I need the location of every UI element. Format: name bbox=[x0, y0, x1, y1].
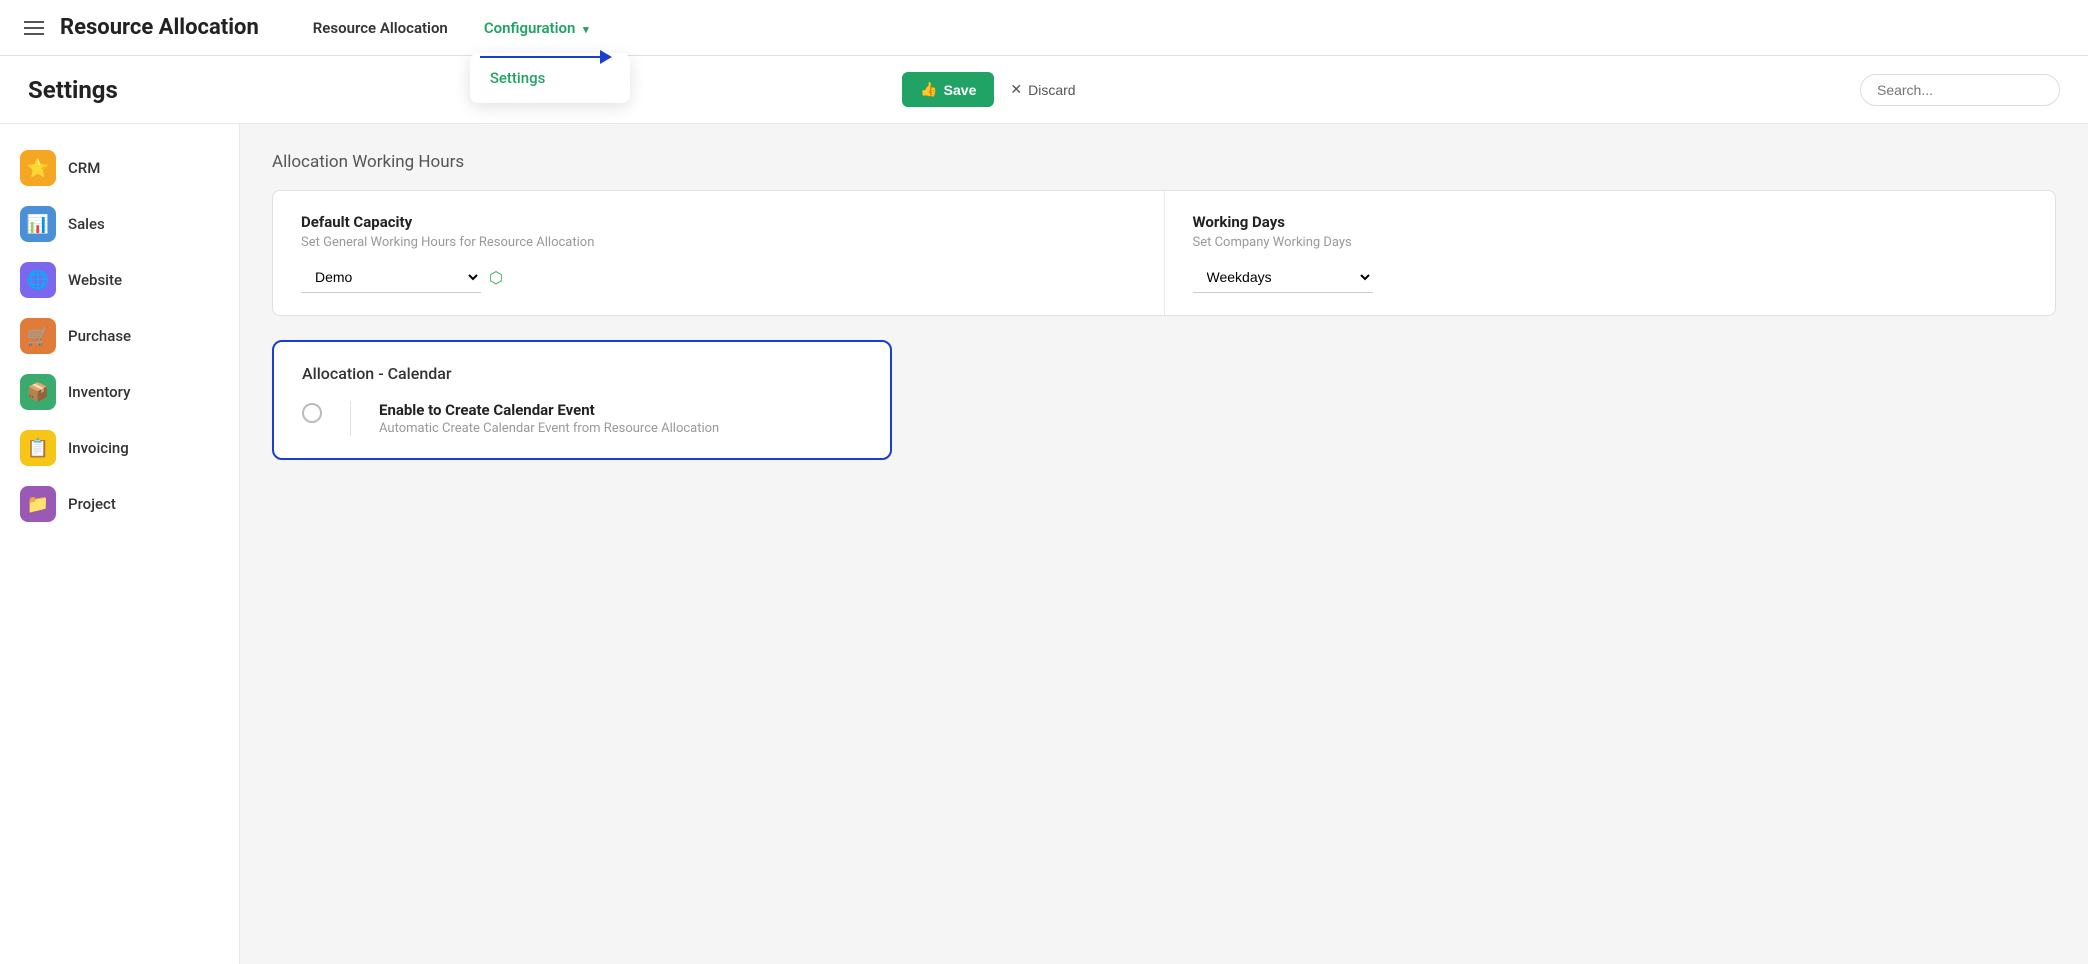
calendar-option-desc: Automatic Create Calendar Event from Res… bbox=[379, 421, 719, 436]
content-area: Allocation Working Hours Default Capacit… bbox=[240, 124, 2088, 964]
main-layout: ⭐ CRM 📊 Sales 🌐 Website 🛒 Purchase 📦 Inv… bbox=[0, 124, 2088, 964]
chevron-down-icon: ▾ bbox=[583, 23, 589, 36]
search-input[interactable] bbox=[1860, 74, 2060, 106]
default-capacity-desc: Set General Working Hours for Resource A… bbox=[301, 235, 1136, 250]
expand-icon[interactable]: ⬡ bbox=[489, 268, 503, 287]
calendar-card-title: Allocation - Calendar bbox=[302, 364, 862, 383]
project-icon: 📁 bbox=[20, 486, 56, 522]
website-icon: 🌐 bbox=[20, 262, 56, 298]
working-days-select-row: Weekdays bbox=[1193, 262, 2028, 293]
sidebar-item-sales[interactable]: 📊 Sales bbox=[0, 196, 239, 252]
sidebar-label-purchase: Purchase bbox=[68, 327, 131, 345]
sidebar-item-invoicing[interactable]: 📋 Invoicing bbox=[0, 420, 239, 476]
app-title: Resource Allocation bbox=[60, 15, 259, 40]
calendar-option: Enable to Create Calendar Event Automati… bbox=[302, 401, 862, 436]
working-days-label: Working Days bbox=[1193, 213, 2028, 231]
settings-actions: 👍 Save ✕ Discard bbox=[902, 72, 1075, 107]
sidebar-label-crm: CRM bbox=[68, 159, 100, 177]
settings-grid: Default Capacity Set General Working Hou… bbox=[272, 190, 2056, 316]
working-days-desc: Set Company Working Days bbox=[1193, 235, 2028, 250]
sidebar-label-sales: Sales bbox=[68, 215, 105, 233]
save-button[interactable]: 👍 Save bbox=[902, 72, 994, 107]
sidebar-item-purchase[interactable]: 🛒 Purchase bbox=[0, 308, 239, 364]
settings-header: Settings 👍 Save ✕ Discard bbox=[0, 56, 2088, 124]
sidebar-label-website: Website bbox=[68, 271, 122, 289]
inventory-icon: 📦 bbox=[20, 374, 56, 410]
nav-configuration-wrapper: Configuration ▾ Settings bbox=[470, 11, 603, 45]
x-icon: ✕ bbox=[1010, 81, 1022, 98]
sidebar: ⭐ CRM 📊 Sales 🌐 Website 🛒 Purchase 📦 Inv… bbox=[0, 124, 240, 964]
hamburger-menu[interactable] bbox=[24, 21, 44, 35]
section-title: Allocation Working Hours bbox=[272, 152, 2056, 172]
default-capacity-col: Default Capacity Set General Working Hou… bbox=[273, 191, 1165, 315]
crm-icon: ⭐ bbox=[20, 150, 56, 186]
invoicing-icon: 📋 bbox=[20, 430, 56, 466]
sidebar-item-project[interactable]: 📁 Project bbox=[0, 476, 239, 532]
default-capacity-select-row: Demo ⬡ bbox=[301, 262, 1136, 293]
working-days-col: Working Days Set Company Working Days We… bbox=[1165, 191, 2056, 315]
dropdown-settings[interactable]: Settings bbox=[470, 59, 630, 97]
purchase-icon: 🛒 bbox=[20, 318, 56, 354]
settings-title: Settings bbox=[28, 76, 118, 104]
sidebar-item-website[interactable]: 🌐 Website bbox=[0, 252, 239, 308]
default-capacity-label: Default Capacity bbox=[301, 213, 1136, 231]
sales-icon: 📊 bbox=[20, 206, 56, 242]
divider bbox=[350, 401, 351, 436]
sidebar-item-crm[interactable]: ⭐ CRM bbox=[0, 140, 239, 196]
thumbsup-icon: 👍 bbox=[920, 81, 937, 98]
sidebar-label-invoicing: Invoicing bbox=[68, 439, 129, 457]
nav-resource-allocation[interactable]: Resource Allocation bbox=[299, 11, 462, 45]
calendar-card: Allocation - Calendar Enable to Create C… bbox=[272, 340, 892, 460]
topnav: Resource Allocation Resource Allocation … bbox=[0, 0, 2088, 56]
default-capacity-select[interactable]: Demo bbox=[301, 262, 481, 293]
calendar-event-checkbox[interactable] bbox=[302, 403, 322, 423]
sidebar-item-inventory[interactable]: 📦 Inventory bbox=[0, 364, 239, 420]
sidebar-label-inventory: Inventory bbox=[68, 383, 130, 401]
discard-button[interactable]: ✕ Discard bbox=[1010, 81, 1075, 98]
calendar-option-label: Enable to Create Calendar Event bbox=[379, 401, 719, 419]
calendar-option-text: Enable to Create Calendar Event Automati… bbox=[379, 401, 719, 436]
sidebar-label-project: Project bbox=[68, 495, 116, 513]
working-days-select[interactable]: Weekdays bbox=[1193, 262, 1373, 293]
topnav-menu: Resource Allocation Configuration ▾ Sett… bbox=[299, 11, 603, 45]
nav-configuration[interactable]: Configuration ▾ bbox=[470, 11, 603, 45]
configuration-dropdown: Settings bbox=[470, 53, 630, 103]
